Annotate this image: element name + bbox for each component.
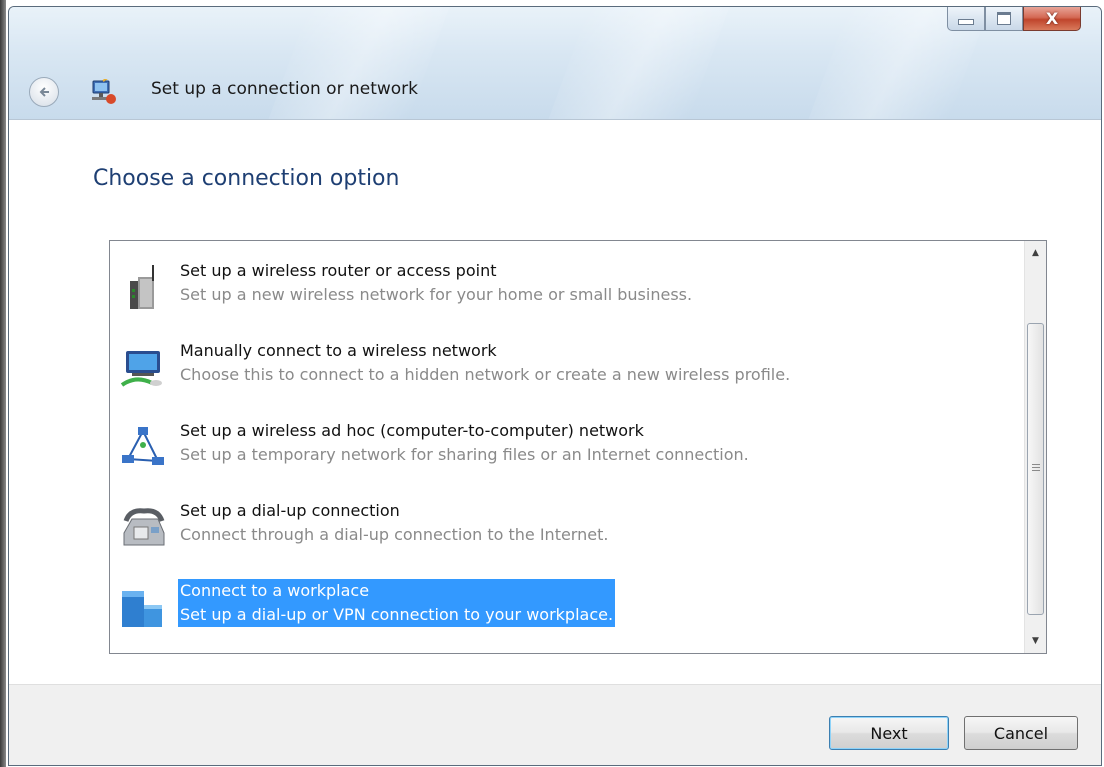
option-description: Choose this to connect to a hidden netwo… — [180, 365, 791, 384]
option-description: Set up a dial-up or VPN connection to yo… — [178, 603, 616, 627]
back-arrow-icon — [39, 87, 49, 97]
ad-hoc-network-icon — [122, 427, 164, 465]
wireless-network-icon — [120, 351, 162, 387]
dialog-window: X Set up a connection or network Choose … — [8, 6, 1102, 766]
option-title: Manually connect to a wireless network — [180, 341, 497, 360]
dial-up-phone-icon — [123, 508, 165, 546]
maximize-button[interactable] — [985, 7, 1023, 31]
glass-reflection — [548, 7, 730, 119]
option-wireless-router[interactable]: Set up a wireless router or access point… — [110, 259, 1010, 329]
button-bar: Next Cancel — [9, 684, 1101, 765]
minimize-button[interactable] — [947, 7, 985, 31]
option-title: Set up a wireless router or access point — [180, 261, 497, 280]
page-heading: Choose a connection option — [93, 166, 400, 191]
network-setup-icon — [92, 79, 116, 104]
close-button[interactable]: X — [1023, 7, 1081, 31]
option-text: Connect to a workplace Set up a dial-up … — [178, 579, 616, 627]
maximize-icon — [997, 12, 1011, 25]
option-workplace[interactable]: Connect to a workplace Set up a dial-up … — [110, 579, 1010, 649]
close-icon: X — [1045, 9, 1059, 28]
vertical-scrollbar[interactable]: ▲ ▼ — [1024, 241, 1046, 653]
glass-reflection — [268, 7, 450, 119]
next-button[interactable]: Next — [829, 716, 949, 750]
option-text: Manually connect to a wireless network C… — [178, 339, 792, 387]
option-title: Set up a dial-up connection — [180, 501, 400, 520]
scroll-up-icon[interactable]: ▲ — [1025, 243, 1046, 263]
content-area: Choose a connection option Set up a wire… — [9, 119, 1101, 685]
back-button[interactable] — [29, 77, 59, 107]
option-ad-hoc[interactable]: Set up a wireless ad hoc (computer-to-co… — [110, 419, 1010, 489]
option-text: Set up a dial-up connection Connect thro… — [178, 499, 610, 547]
option-description: Set up a temporary network for sharing f… — [180, 445, 749, 464]
option-dial-up[interactable]: Set up a dial-up connection Connect thro… — [110, 499, 1010, 569]
connection-options-list[interactable]: Set up a wireless router or access point… — [109, 240, 1047, 654]
option-description: Connect through a dial-up connection to … — [180, 525, 609, 544]
title-bar: X Set up a connection or network — [9, 7, 1101, 119]
option-title: Connect to a workplace — [178, 579, 616, 603]
window-controls: X — [947, 7, 1081, 31]
scrollbar-thumb[interactable] — [1027, 323, 1044, 615]
option-manual-wireless[interactable]: Manually connect to a wireless network C… — [110, 339, 1010, 409]
option-title: Set up a wireless ad hoc (computer-to-co… — [180, 421, 644, 440]
option-text: Set up a wireless ad hoc (computer-to-co… — [178, 419, 751, 467]
scroll-down-icon[interactable]: ▼ — [1025, 631, 1046, 651]
wireless-router-icon — [130, 265, 154, 309]
window-title: Set up a connection or network — [151, 79, 419, 99]
option-description: Set up a new wireless network for your h… — [180, 285, 693, 304]
workplace-icon — [122, 591, 162, 627]
cancel-button[interactable]: Cancel — [964, 716, 1078, 750]
minimize-icon — [958, 18, 974, 25]
background-window-edge — [0, 0, 6, 767]
grip-icon — [1032, 464, 1040, 473]
option-text: Set up a wireless router or access point… — [178, 259, 694, 307]
